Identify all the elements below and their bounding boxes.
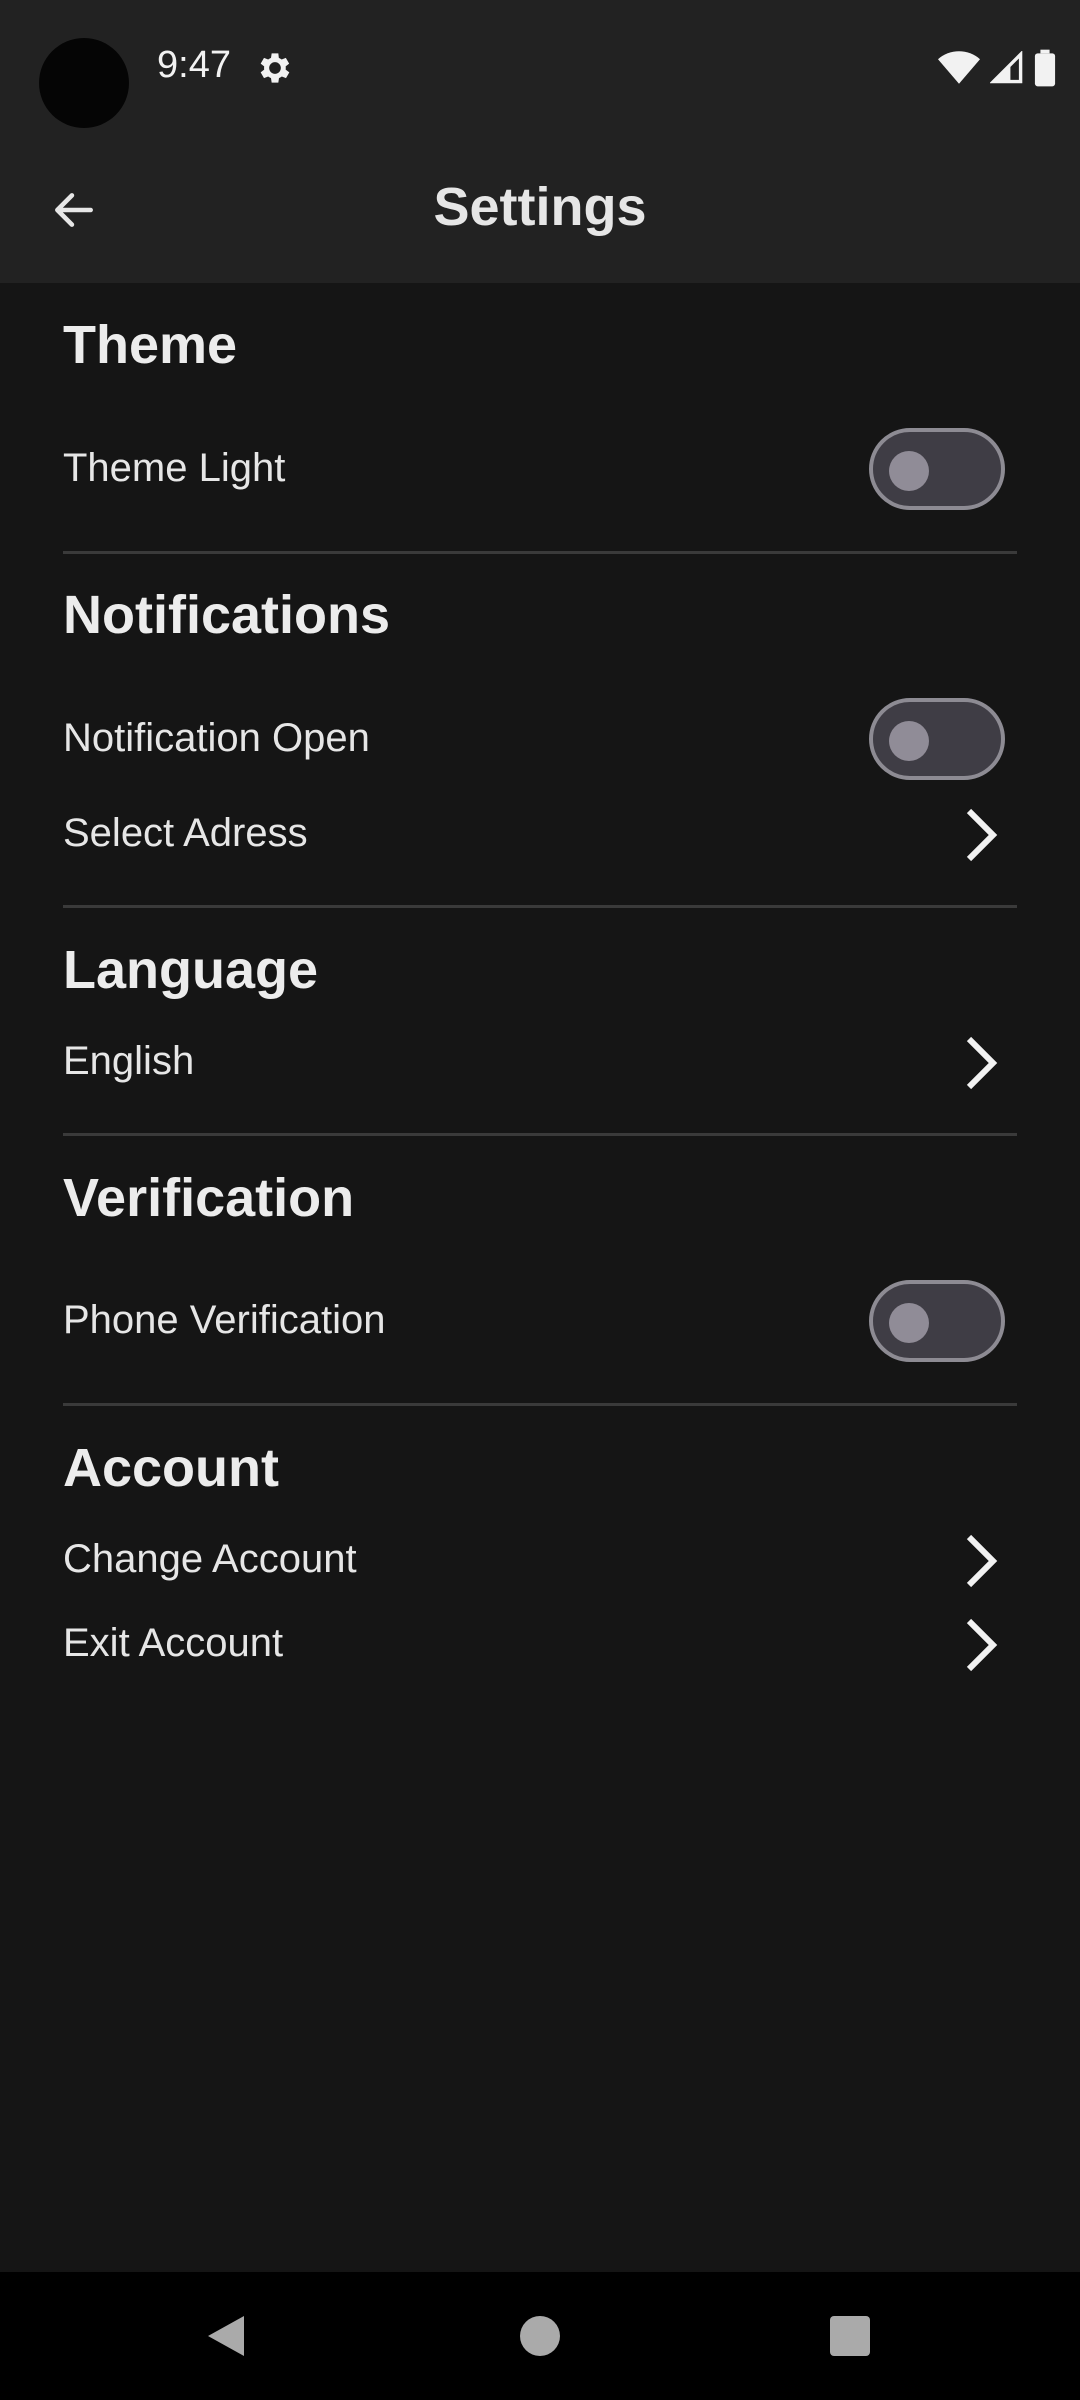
chevron-right-icon[interactable] [961,1531,1001,1591]
recents-square-icon[interactable] [830,2316,870,2356]
chevron-right-icon[interactable] [961,1033,1001,1093]
system-nav-bar [0,2272,1080,2400]
signal-icon [990,51,1023,84]
section-title-theme: Theme [63,315,238,375]
divider [63,905,1017,908]
back-triangle-icon[interactable] [204,2312,248,2360]
wifi-icon [938,51,980,84]
divider [63,551,1017,554]
toggle-knob [889,451,929,491]
app-toolbar: Settings [0,136,1080,283]
status-clock: 9:47 [157,44,231,86]
section-title-account: Account [63,1438,279,1498]
chevron-right-icon[interactable] [961,1615,1001,1675]
notification-open-label: Notification Open [63,716,370,760]
phone-verification-label: Phone Verification [63,1298,386,1342]
notification-open-toggle[interactable] [869,698,1005,780]
toggle-knob [889,1303,929,1343]
select-address-row[interactable]: Select Adress [63,813,308,853]
gear-icon [260,53,290,83]
status-icons [938,46,1056,90]
camera-cutout [39,38,129,128]
chevron-right-icon[interactable] [961,805,1001,865]
page-title: Settings [433,177,647,237]
theme-light-toggle[interactable] [869,428,1005,510]
exit-account-row[interactable]: Exit Account [63,1623,283,1663]
phone-verification-toggle[interactable] [869,1280,1005,1362]
change-account-row[interactable]: Change Account [63,1539,357,1579]
settings-screen: 9:47 Settings Theme Theme Light Notifica… [0,0,1080,2400]
status-bar: 9:47 [0,0,1080,136]
divider [63,1133,1017,1136]
section-title-notifications: Notifications [63,585,391,645]
section-title-verification: Verification [63,1168,355,1228]
language-english-row[interactable]: English [63,1041,194,1081]
section-title-language: Language [63,940,319,1000]
battery-icon [1034,49,1056,87]
toggle-knob [889,721,929,761]
divider [63,1403,1017,1406]
theme-light-label: Theme Light [63,446,286,490]
home-circle-icon[interactable] [520,2316,560,2356]
